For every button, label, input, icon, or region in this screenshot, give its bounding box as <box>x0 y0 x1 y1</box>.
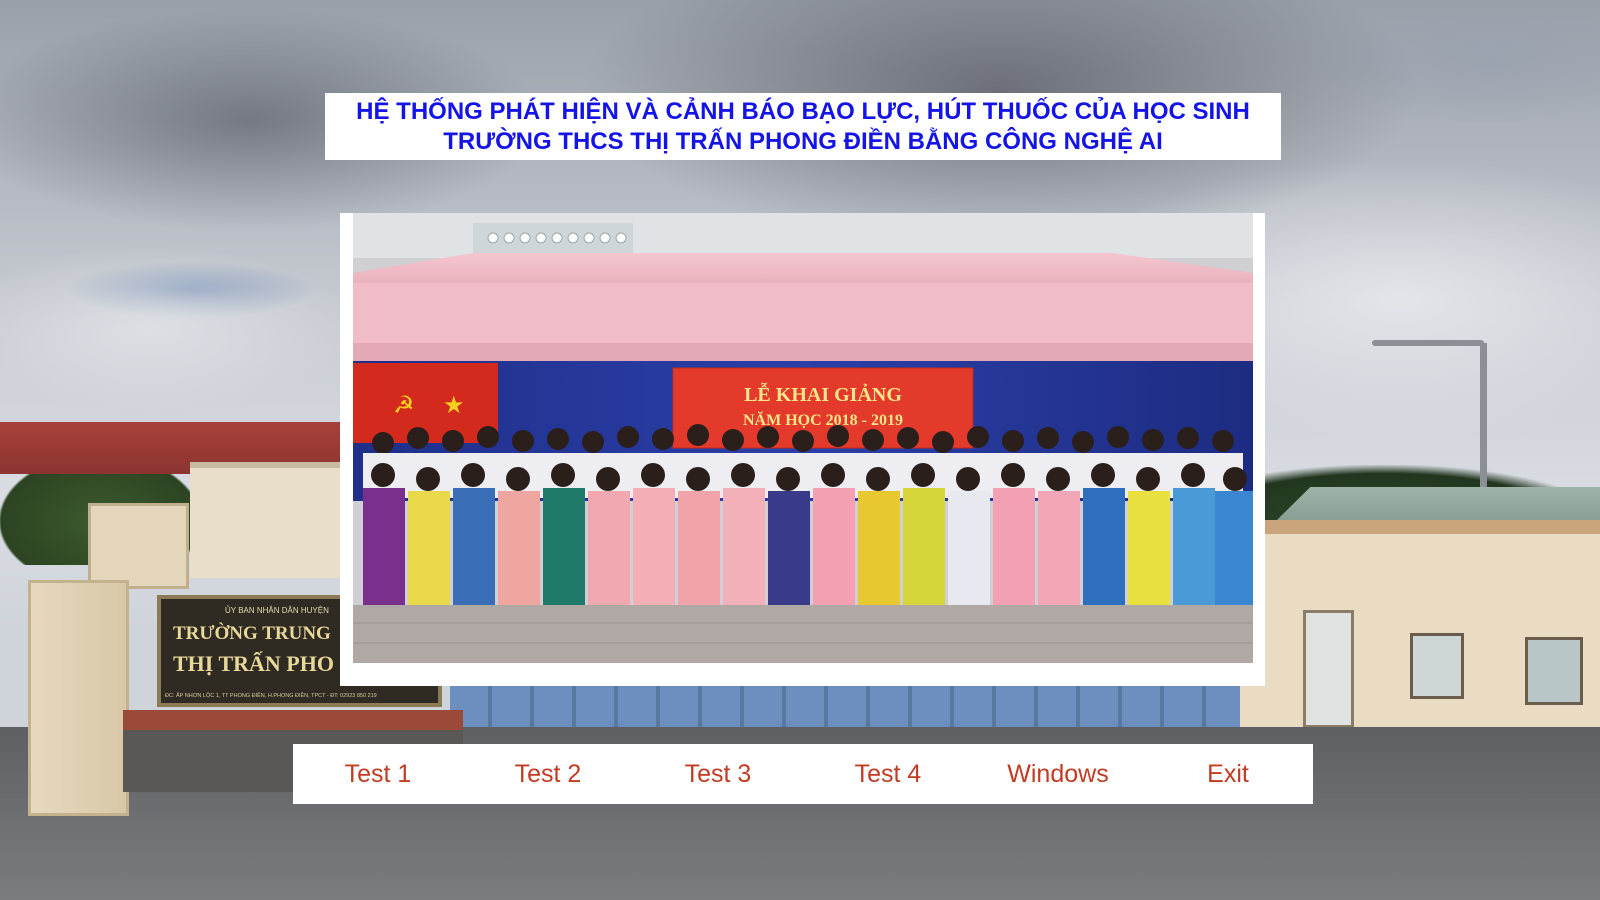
title-line-1: HỆ THỐNG PHÁT HIỆN VÀ CẢNH BÁO BẠO LỰC, … <box>356 97 1250 125</box>
test-4-button[interactable]: Test 4 <box>803 744 973 804</box>
background-gate-pillar <box>88 503 189 589</box>
app-title: HỆ THỐNG PHÁT HIỆN VÀ CẢNH BÁO BẠO LỰC, … <box>325 93 1281 160</box>
photo-banner-line-1: LỄ KHAI GIẢNG <box>744 381 902 406</box>
background-guardhouse-door <box>1303 610 1354 728</box>
hammer-sickle-icon: ☭ <box>393 391 415 419</box>
sign-line-3: THỊ TRẤN PHO <box>173 651 334 676</box>
background-streetlamp-pole <box>1480 343 1487 503</box>
test-1-button[interactable]: Test 1 <box>293 744 463 804</box>
title-line-2: TRƯỜNG THCS THỊ TRẤN PHONG ĐIỀN BẰNG CÔN… <box>443 127 1163 155</box>
menu-bar: Test 1 Test 2 Test 3 Test 4 Windows Exit <box>293 744 1313 804</box>
group-photo-image: ☭ ★ LỄ KHAI GIẢNG NĂM HỌC 2018 - 2019 <box>353 213 1253 663</box>
background-gate-pillar <box>28 580 129 816</box>
background-guardhouse <box>1240 520 1600 744</box>
star-icon: ★ <box>443 391 465 419</box>
background-streetlamp-arm <box>1372 340 1484 346</box>
photo-frame: ☭ ★ LỄ KHAI GIẢNG NĂM HỌC 2018 - 2019 <box>340 213 1265 686</box>
school-group-photo: ☭ ★ LỄ KHAI GIẢNG NĂM HỌC 2018 - 2019 <box>353 213 1253 663</box>
windows-button[interactable]: Windows <box>973 744 1143 804</box>
test-3-button[interactable]: Test 3 <box>633 744 803 804</box>
sign-line-1: ỦY BAN NHÂN DÂN HUYỆN <box>225 606 329 615</box>
sign-line-2: TRƯỜNG TRUNG <box>173 622 331 644</box>
test-2-button[interactable]: Test 2 <box>463 744 633 804</box>
background-school-building <box>190 462 345 578</box>
background-guardhouse-window <box>1525 637 1583 705</box>
background-guardhouse-window <box>1410 633 1464 699</box>
exit-button[interactable]: Exit <box>1143 744 1313 804</box>
sign-line-4: ĐC: ẤP NHƠN LỘC 1, TT PHONG ĐIỀN, H.PHON… <box>165 692 377 699</box>
main-window: ỦY BAN NHÂN DÂN HUYỆN TRƯỜNG TRUNG THỊ T… <box>0 0 1600 900</box>
